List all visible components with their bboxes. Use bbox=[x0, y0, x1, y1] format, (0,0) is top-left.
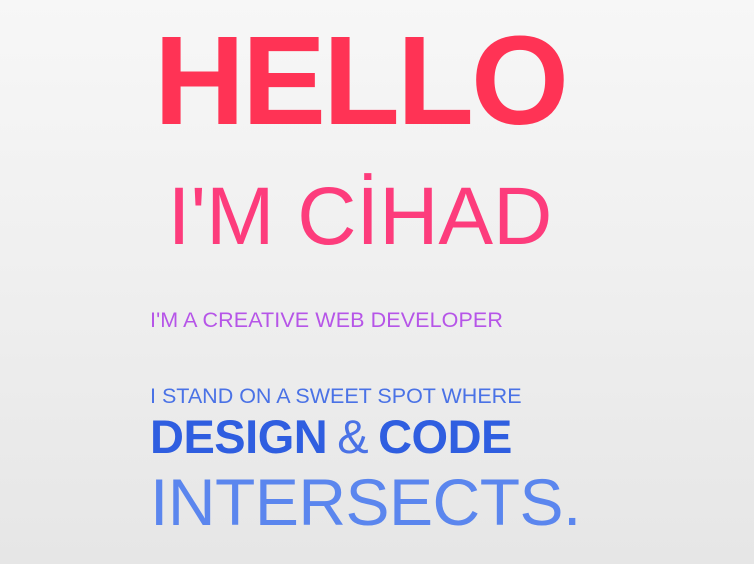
hero-section: HELLO I'M CİHAD I'M A CREATIVE WEB DEVEL… bbox=[150, 0, 581, 564]
intersects-word: INTERSECTS. bbox=[150, 465, 581, 539]
code-word: CODE bbox=[378, 410, 512, 463]
greeting-heading: HELLO bbox=[154, 10, 569, 151]
name-heading: I'M CİHAD bbox=[167, 171, 553, 262]
tagline-text: I STAND ON A SWEET SPOT WHERE bbox=[150, 384, 522, 408]
design-word: DESIGN bbox=[150, 410, 328, 463]
role-text: I'M A CREATIVE WEB DEVELOPER bbox=[150, 308, 503, 332]
design-and-code-line: DESIGN & CODE bbox=[150, 412, 570, 461]
ampersand: & bbox=[337, 410, 369, 463]
